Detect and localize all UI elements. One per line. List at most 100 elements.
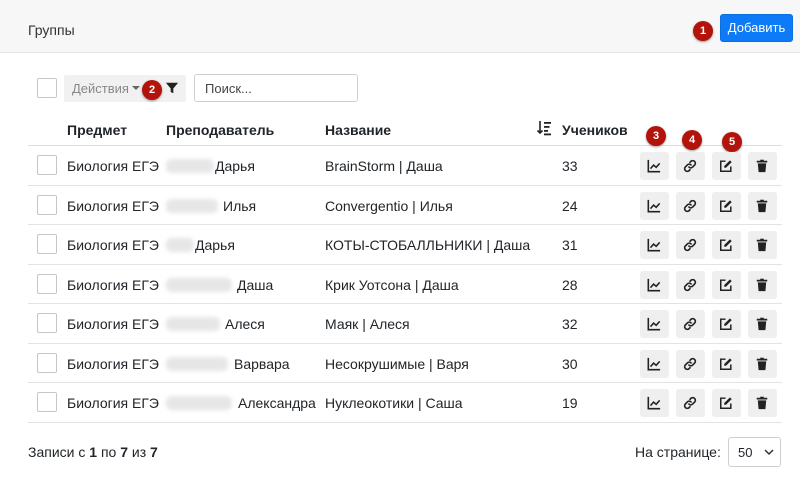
- link-button[interactable]: [676, 270, 705, 299]
- table-row[interactable]: Биология ЕГЭ Илья Convergentio | Илья 24: [28, 186, 782, 225]
- link-button[interactable]: [676, 349, 705, 378]
- row-checkbox[interactable]: [37, 273, 57, 294]
- per-page-label: На странице:: [635, 444, 721, 460]
- cell-students: 19: [562, 395, 578, 411]
- per-page-value: 50: [738, 445, 753, 460]
- marker-3: 3: [646, 126, 666, 146]
- column-subject[interactable]: Предмет: [67, 122, 127, 138]
- redacted-surname: [166, 356, 228, 371]
- delete-button[interactable]: [748, 191, 777, 220]
- table-row[interactable]: Биология ЕГЭ Варвара Несокрушимые | Варя…: [28, 344, 782, 383]
- column-students[interactable]: Учеников: [562, 122, 628, 138]
- link-button[interactable]: [676, 310, 705, 338]
- table-row[interactable]: Биология ЕГЭ Александра Нуклеокотики | С…: [28, 383, 782, 423]
- link-icon: [683, 278, 697, 291]
- edit-icon: [720, 357, 732, 370]
- cell-subject: Биология ЕГЭ: [67, 355, 159, 372]
- table-row[interactable]: Биология ЕГЭ Дарья КОТЫ-СТОБАЛЛЬНИКИ | Д…: [28, 225, 782, 265]
- stats-button[interactable]: [640, 152, 669, 180]
- records-to-word: по: [100, 444, 117, 460]
- redacted-surname: [166, 317, 220, 331]
- records-of-word: из: [131, 444, 147, 460]
- teacher-first-name: Александра: [238, 395, 316, 411]
- stats-button[interactable]: [640, 349, 669, 378]
- cell-name: Несокрушимые | Варя: [325, 355, 469, 372]
- table-row[interactable]: Биология ЕГЭ Дарья BrainStorm | Даша 33: [28, 146, 782, 186]
- link-button[interactable]: [676, 389, 705, 417]
- row-checkbox[interactable]: [37, 352, 57, 373]
- row-checkbox[interactable]: [37, 194, 57, 215]
- edit-icon: [720, 397, 732, 409]
- teacher-first-name: Алеся: [225, 316, 265, 332]
- edit-icon: [720, 160, 732, 172]
- stats-button[interactable]: [640, 270, 669, 299]
- redacted-surname: [166, 396, 232, 410]
- row-checkbox[interactable]: [37, 234, 57, 254]
- cell-students: 30: [562, 355, 578, 372]
- cell-name: Маяк | Алеся: [325, 316, 410, 332]
- edit-button[interactable]: [712, 152, 741, 180]
- add-button[interactable]: Добавить: [720, 14, 793, 42]
- edit-button[interactable]: [712, 389, 741, 417]
- cell-teacher: Алеся: [166, 316, 265, 332]
- filter-icon[interactable]: [165, 81, 179, 95]
- link-icon: [683, 159, 697, 173]
- cell-subject: Биология ЕГЭ: [67, 197, 159, 214]
- table-header: Предмет Преподаватель Название Учеников: [28, 112, 782, 146]
- delete-button[interactable]: [748, 270, 777, 299]
- stats-button[interactable]: [640, 310, 669, 338]
- cell-students: 33: [562, 158, 578, 174]
- link-button[interactable]: [676, 152, 705, 180]
- edit-icon: [720, 318, 732, 330]
- column-name[interactable]: Название: [325, 122, 391, 138]
- edit-button[interactable]: [712, 231, 741, 259]
- cell-teacher: Александра: [166, 395, 316, 411]
- cell-teacher: Даша: [166, 277, 273, 293]
- stats-button[interactable]: [640, 389, 669, 417]
- sort-icon[interactable]: [536, 120, 552, 136]
- edit-button[interactable]: [712, 310, 741, 338]
- edit-icon: [720, 278, 732, 291]
- link-icon: [683, 238, 697, 252]
- edit-button[interactable]: [712, 191, 741, 220]
- delete-button[interactable]: [748, 152, 777, 180]
- row-checkbox[interactable]: [37, 392, 57, 412]
- search-input[interactable]: [194, 74, 358, 102]
- cell-name: Крик Уотсона | Даша: [325, 276, 459, 293]
- link-button[interactable]: [676, 231, 705, 259]
- teacher-first-name: Даша: [237, 276, 274, 293]
- edit-button[interactable]: [712, 349, 741, 378]
- delete-button[interactable]: [748, 310, 777, 338]
- chart-icon: [647, 278, 661, 291]
- column-teacher[interactable]: Преподаватель: [166, 122, 274, 138]
- trash-icon: [756, 278, 768, 291]
- delete-button[interactable]: [748, 231, 777, 259]
- table-row[interactable]: Биология ЕГЭ Даша Крик Уотсона | Даша 28: [28, 265, 782, 304]
- delete-button[interactable]: [748, 389, 777, 417]
- chart-icon: [647, 159, 661, 173]
- chart-icon: [647, 199, 661, 212]
- select-all-checkbox[interactable]: [37, 78, 57, 98]
- link-icon: [683, 199, 697, 212]
- per-page-select[interactable]: 50: [728, 437, 781, 467]
- trash-icon: [756, 357, 768, 370]
- actions-label: Действия: [72, 81, 129, 96]
- edit-button[interactable]: [712, 270, 741, 299]
- cell-subject: Биология ЕГЭ: [67, 158, 159, 174]
- actions-dropdown[interactable]: Действия: [64, 75, 186, 102]
- cell-teacher: Варвара: [166, 356, 290, 372]
- row-checkbox[interactable]: [37, 155, 57, 175]
- stats-button[interactable]: [640, 231, 669, 259]
- redacted-surname: [166, 238, 194, 252]
- stats-button[interactable]: [640, 191, 669, 220]
- link-button[interactable]: [676, 191, 705, 220]
- cell-students: 31: [562, 237, 578, 253]
- link-icon: [683, 317, 697, 331]
- chart-icon: [647, 238, 661, 252]
- chart-icon: [647, 317, 661, 331]
- redacted-surname: [166, 159, 214, 173]
- delete-button[interactable]: [748, 349, 777, 378]
- trash-icon: [756, 159, 768, 173]
- table-row[interactable]: Биология ЕГЭ Алеся Маяк | Алеся 32: [28, 304, 782, 344]
- row-checkbox[interactable]: [37, 313, 57, 333]
